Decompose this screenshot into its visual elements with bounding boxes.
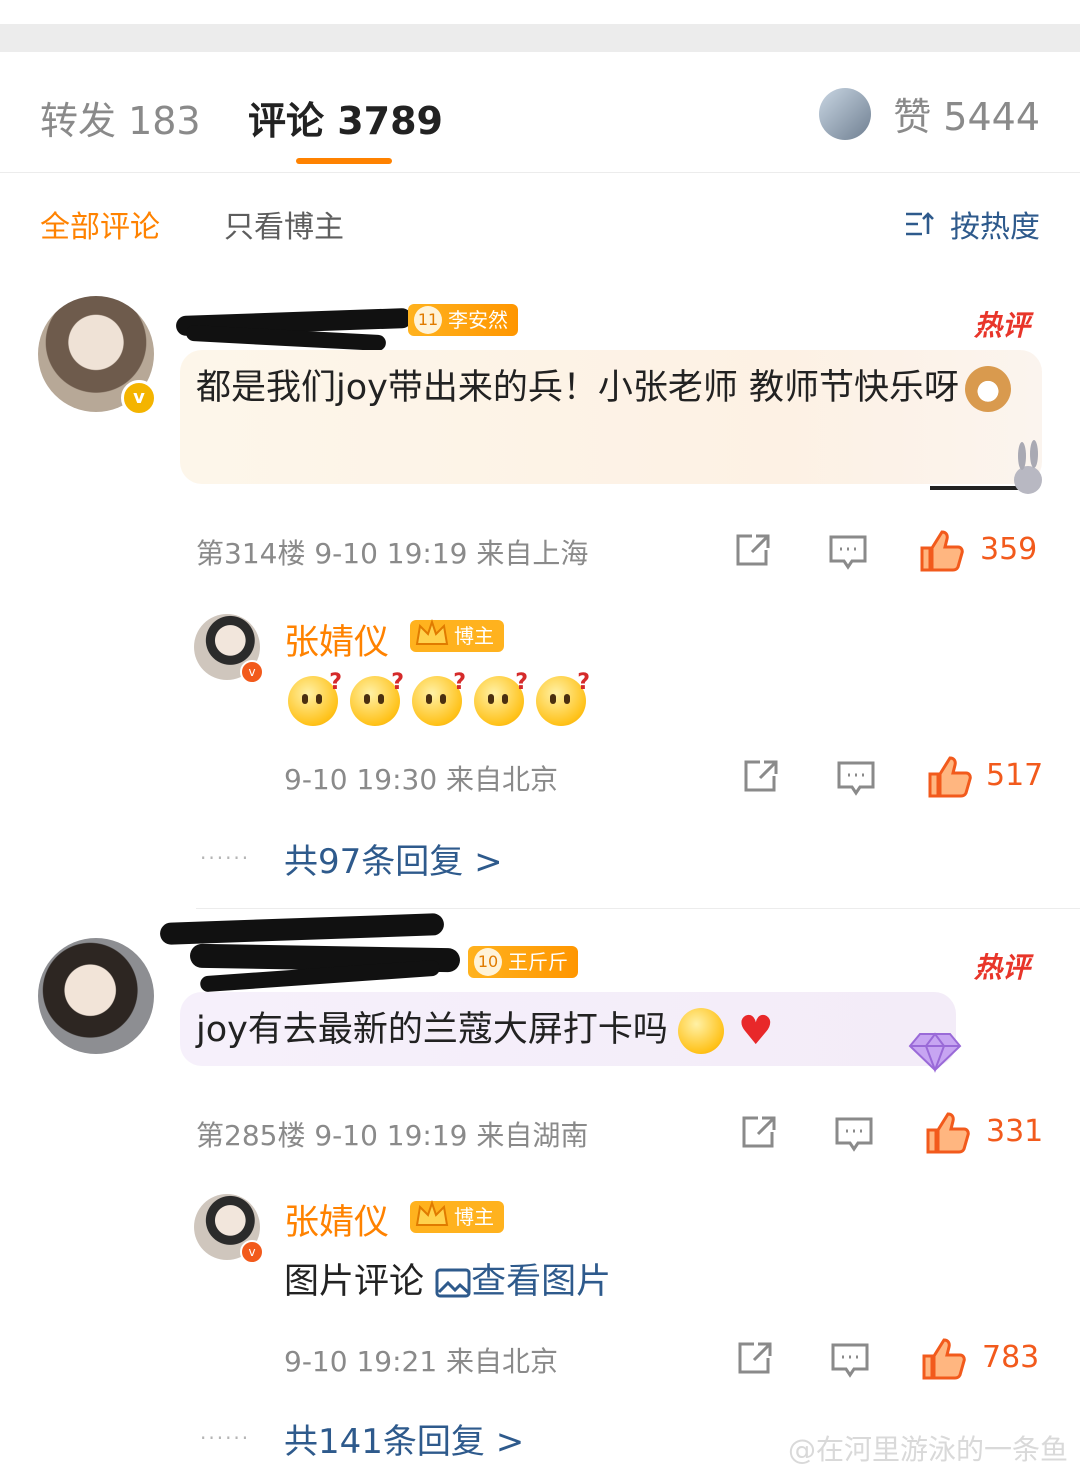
reply-author-name[interactable]: 张婧仪 — [284, 1194, 389, 1245]
reply-author-name[interactable]: 张婧仪 — [284, 614, 389, 665]
comment-text: 都是我们joy带出来的兵！小张老师 教师节快乐呀 — [196, 360, 1036, 416]
like-count: 331 — [986, 1114, 1044, 1149]
comment-filter-row: 全部评论 只看博主 按热度 — [0, 172, 1080, 272]
comment-icon[interactable] — [830, 1342, 870, 1378]
reply-like-count: 783 — [982, 1340, 1040, 1375]
blogger-badge: 博主 — [410, 1199, 504, 1233]
thread-dots: ...... — [200, 1420, 251, 1444]
confused-emoji-icon: ? — [350, 670, 404, 726]
thumbs-up-icon[interactable] — [928, 756, 972, 798]
active-tab-indicator — [296, 158, 392, 164]
share-icon[interactable] — [736, 1340, 776, 1376]
reply-location: 来自北京 — [446, 1345, 559, 1378]
share-icon[interactable] — [740, 1114, 780, 1150]
redacted-username — [159, 913, 445, 945]
verified-badge: v — [121, 380, 157, 416]
tab-comments[interactable]: 评论 3789 — [248, 90, 443, 145]
filter-owner-only[interactable]: 只看博主 — [224, 202, 344, 246]
reply-verified-badge: v — [240, 1240, 264, 1264]
reply-verified-badge: v — [240, 660, 264, 684]
fan-badge[interactable]: 11 李安然 — [408, 304, 518, 336]
thumbs-up-icon[interactable] — [926, 1112, 970, 1154]
confused-emoji-icon: ? — [412, 670, 466, 726]
commenter-avatar[interactable] — [38, 938, 154, 1054]
confused-emoji-icon: ? — [288, 670, 342, 726]
crown-icon — [415, 618, 449, 645]
thumbs-up-icon[interactable] — [922, 1338, 966, 1380]
comment-time: 9-10 19:19 — [314, 537, 468, 570]
comment-location: 来自上海 — [476, 537, 589, 570]
reply-meta: 9-10 19:30 来自北京 — [284, 758, 558, 798]
reply-time: 9-10 19:21 — [284, 1345, 438, 1378]
comment-icon[interactable] — [834, 1116, 874, 1152]
fan-badge-name: 李安然 — [448, 308, 508, 332]
share-icon[interactable] — [734, 532, 774, 568]
comment-meta: 第285楼 9-10 19:19 来自湖南 — [196, 1114, 588, 1154]
fan-badge[interactable]: 10 王斤斤 — [468, 946, 578, 978]
liker-avatar — [819, 87, 872, 140]
reply-text-content: 图片评论 — [284, 1262, 425, 1302]
tab-reposts[interactable]: 转发 183 — [40, 90, 201, 145]
cat-emoji-icon — [964, 366, 1011, 412]
comment-text: joy有去最新的兰蔻大屏打卡吗 ♥ — [196, 1002, 956, 1058]
fan-badge-level: 10 — [474, 948, 502, 976]
hot-comment-label: 热评 — [973, 951, 1030, 984]
comment-icon[interactable] — [828, 534, 868, 570]
confused-emoji-icon: ? — [474, 670, 528, 726]
thumbs-up-icon[interactable] — [920, 530, 964, 572]
confused-emoji-icon: ? — [536, 670, 590, 726]
share-icon[interactable] — [742, 758, 782, 794]
hot-comment-label: 热评 — [973, 309, 1030, 342]
comment-icon[interactable] — [836, 760, 876, 796]
fan-badge-name: 王斤斤 — [508, 950, 568, 974]
reply-meta: 9-10 19:21 来自北京 — [284, 1340, 558, 1380]
blogger-badge-label: 博主 — [454, 1205, 494, 1229]
reply-location: 来自北京 — [446, 763, 559, 796]
top-strip — [0, 0, 1080, 52]
comment-location: 来自湖南 — [476, 1119, 589, 1152]
view-image-label: 查看图片 — [471, 1262, 612, 1302]
comment-text-content: 都是我们joy带出来的兵！小张老师 教师节快乐呀 — [196, 368, 959, 408]
top-separator — [0, 24, 1080, 52]
filter-all-comments[interactable]: 全部评论 — [40, 202, 160, 246]
fan-badge-level: 11 — [414, 306, 442, 334]
watermark: @在河里游泳的一条鱼 — [787, 1433, 1068, 1466]
comment-time: 9-10 19:19 — [314, 1119, 468, 1152]
reply-like-count: 517 — [986, 758, 1044, 793]
blogger-badge: 博主 — [410, 618, 504, 652]
image-icon — [435, 1268, 471, 1298]
sort-icon — [906, 212, 934, 236]
crown-icon — [415, 1199, 449, 1226]
rabbit-decoration-icon — [930, 440, 1042, 494]
sort-button[interactable]: 按热度 — [904, 202, 1040, 246]
reply-time: 9-10 19:30 — [284, 763, 438, 796]
like-count: 359 — [980, 532, 1038, 567]
more-replies-link[interactable]: 共141条回复 > — [284, 1414, 524, 1463]
floor-number: 第314楼 — [196, 537, 306, 570]
heart-emoji-icon: ♥ — [737, 1008, 774, 1054]
tab-likes[interactable]: 赞 5444 — [819, 86, 1040, 141]
reply-text: 图片评论 查看图片 — [284, 1254, 611, 1310]
comment-divider — [196, 908, 1080, 909]
sort-label: 按热度 — [950, 210, 1040, 245]
comment-meta: 第314楼 9-10 19:19 来自上海 — [196, 532, 588, 572]
comment-text-content: joy有去最新的兰蔻大屏打卡吗 — [196, 1010, 668, 1050]
likes-label: 赞 5444 — [893, 95, 1040, 139]
more-replies-link[interactable]: 共97条回复 > — [284, 834, 503, 883]
floor-number: 第285楼 — [196, 1119, 306, 1152]
view-image-link[interactable]: 查看图片 — [435, 1262, 611, 1302]
thread-dots: ...... — [200, 840, 251, 864]
blogger-badge-label: 博主 — [454, 624, 494, 648]
shy-emoji-icon — [677, 1008, 724, 1054]
tab-bar: 转发 183 评论 3789 赞 5444 — [0, 60, 1080, 173]
